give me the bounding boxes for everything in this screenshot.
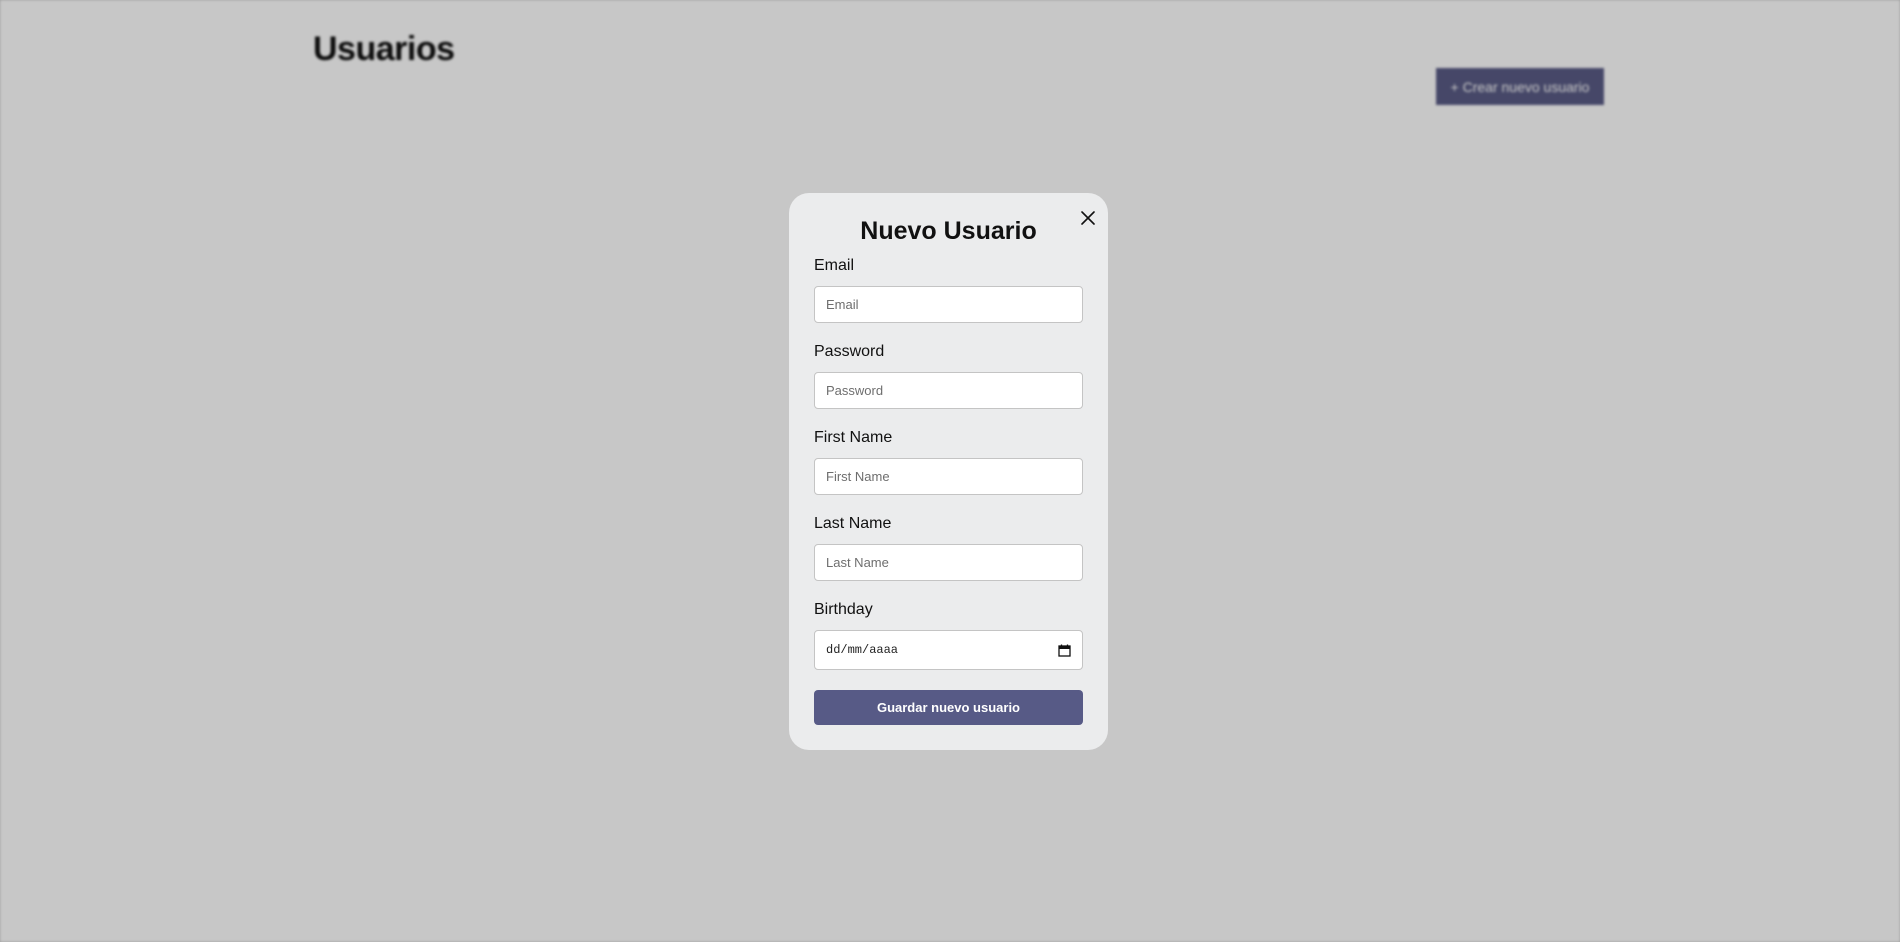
first-name-field[interactable] — [814, 458, 1083, 495]
last-name-field[interactable] — [814, 544, 1083, 581]
first-name-label: First Name — [814, 429, 893, 446]
email-field[interactable] — [814, 286, 1083, 323]
new-user-modal: Nuevo Usuario Email Password First Name … — [789, 193, 1108, 750]
calendar-icon[interactable] — [1058, 644, 1071, 657]
password-label: Password — [814, 343, 885, 360]
birthday-label: Birthday — [814, 601, 873, 618]
save-new-user-button[interactable]: Guardar nuevo usuario — [814, 690, 1083, 725]
birthday-date-placeholder: dd/mm/aaaa — [826, 643, 899, 657]
password-field[interactable] — [814, 372, 1083, 409]
modal-title: Nuevo Usuario — [860, 217, 1037, 245]
birthday-date-field[interactable]: dd/mm/aaaa — [814, 630, 1083, 670]
last-name-label: Last Name — [814, 515, 892, 532]
email-label: Email — [814, 257, 855, 274]
